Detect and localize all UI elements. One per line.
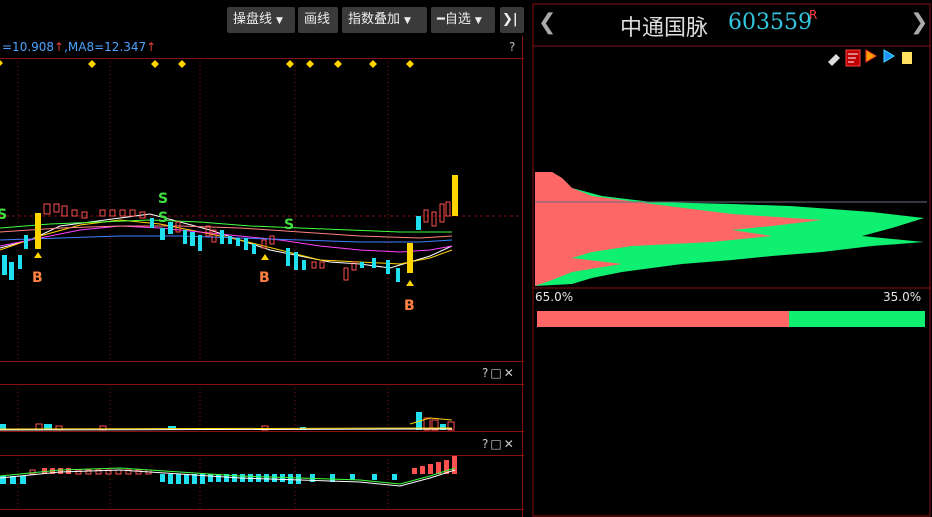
candlestick-chart: S S S S B B B <box>0 58 522 509</box>
profit-ratio-fill <box>537 311 790 327</box>
candles <box>2 175 458 282</box>
previous-stock-button[interactable]: ❮ <box>538 10 556 35</box>
stock-name: 中通国脉 <box>620 16 709 41</box>
flag-red-icon[interactable] <box>865 49 877 63</box>
stock-badge: R <box>809 8 818 22</box>
chip-chart-icon[interactable] <box>845 49 861 67</box>
loss-percentage: 35.0% <box>883 290 922 304</box>
eraser-icon[interactable] <box>828 54 840 66</box>
volume-bars <box>0 412 455 431</box>
sell-signal: S <box>0 207 7 223</box>
event-markers <box>0 60 414 68</box>
profit-ratio-bar <box>537 311 925 327</box>
chip-distribution-panel: ❮ ❯ 中通国脉 603559 R 65.0% 35.0% <box>532 0 932 517</box>
kline-chart-panel[interactable]: 操盘线 ▼ 画线 指数叠加 ▼ ━自选 ▼ ❯| =10.908↑,MA8=12.34… <box>0 0 524 517</box>
dotted-grid <box>17 58 389 509</box>
buy-signal: B <box>259 270 270 286</box>
buy-signal: B <box>404 298 415 314</box>
next-stock-button[interactable]: ❯ <box>910 10 928 35</box>
buy-arrows <box>34 252 414 286</box>
sell-signal: S <box>284 217 294 233</box>
flag-blue-icon[interactable] <box>883 49 895 63</box>
moving-average-lines <box>0 213 453 269</box>
chip-toolbar <box>828 49 912 67</box>
buy-signal: B <box>32 270 43 286</box>
profit-percentage: 65.0% <box>535 290 574 304</box>
chip-histogram <box>535 172 927 286</box>
sell-signal: S <box>158 210 168 226</box>
sell-signal: S <box>158 191 168 207</box>
note-icon[interactable] <box>902 52 912 64</box>
stock-code: 603559 <box>728 10 812 35</box>
